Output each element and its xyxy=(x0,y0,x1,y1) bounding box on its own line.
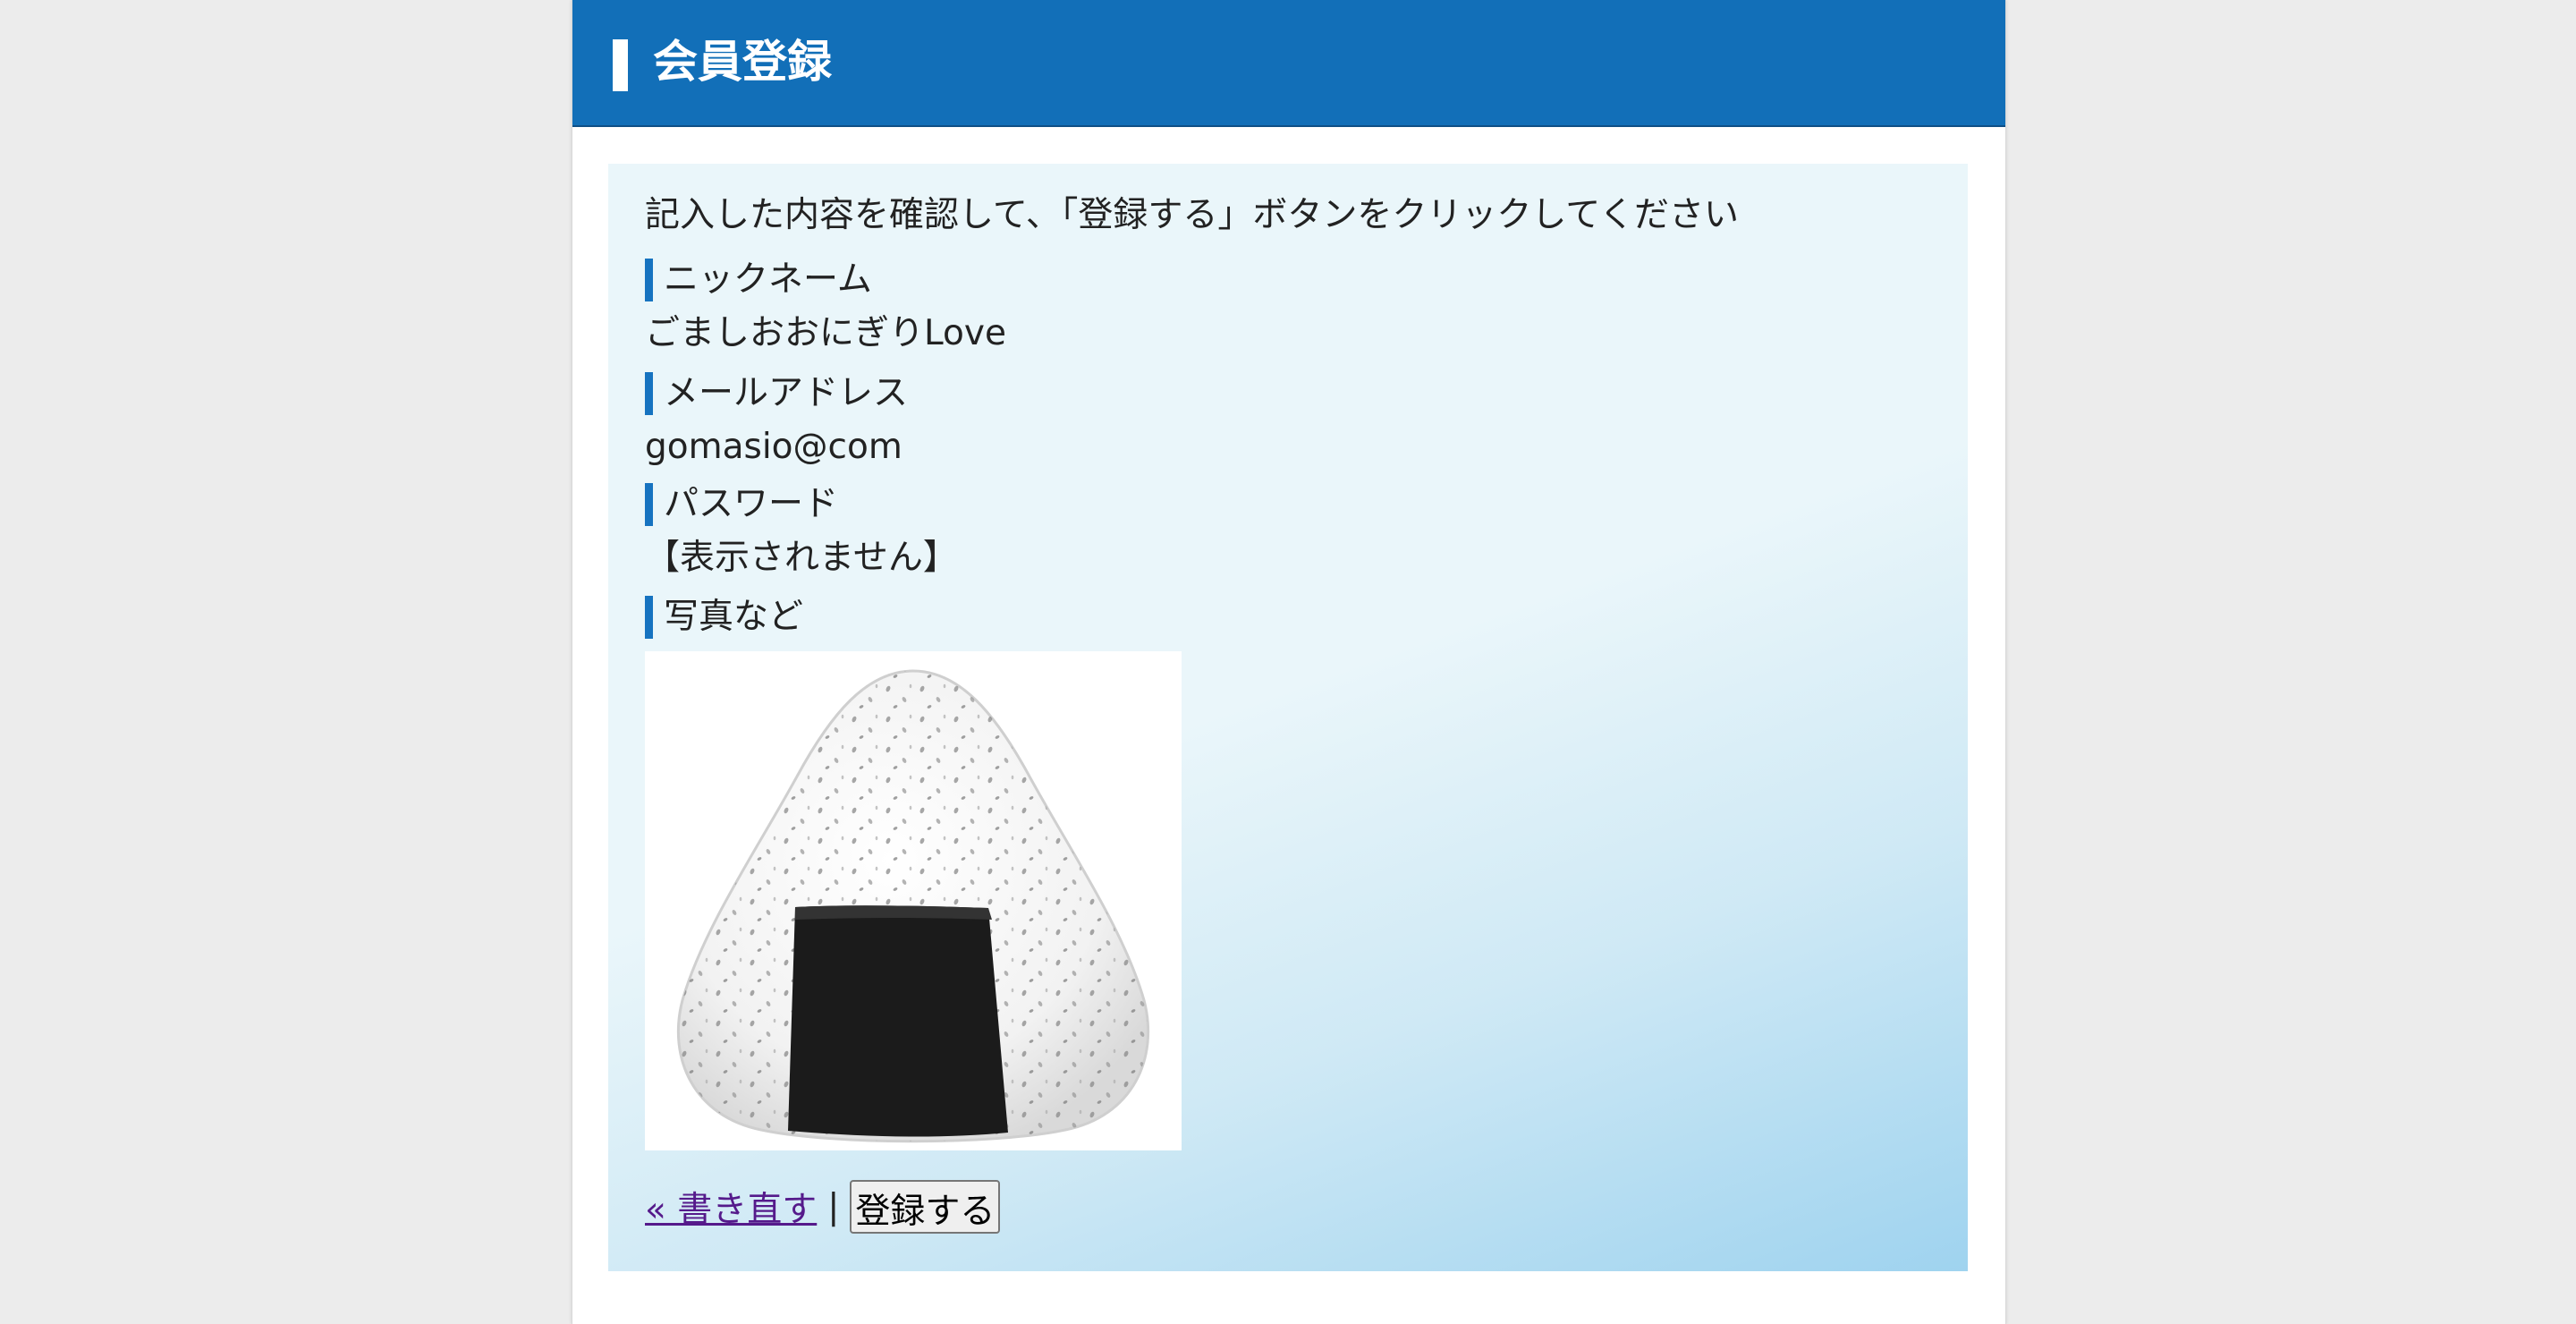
submit-button[interactable]: 登録する xyxy=(850,1180,1001,1234)
photo-label: 写真など xyxy=(645,596,803,639)
confirmation-panel: 記入した内容を確認して、「登録する」ボタンをクリックしてください ニックネーム … xyxy=(608,164,1968,1271)
password-label: パスワード xyxy=(645,483,838,526)
instruction-text: 記入した内容を確認して、「登録する」ボタンをクリックしてください xyxy=(645,195,1740,235)
header-accent-bar xyxy=(613,39,628,91)
nickname-label: ニックネーム xyxy=(645,259,872,301)
page-container: 会員登録 記入した内容を確認して、「登録する」ボタンをクリックしてください ニッ… xyxy=(572,0,2006,1324)
onigiri-illustration xyxy=(676,669,1150,1143)
page-header: 会員登録 xyxy=(572,0,2005,127)
onigiri-photo xyxy=(645,651,1182,1150)
email-value: gomasio@com xyxy=(645,427,902,467)
form-actions: « 書き直す | 登録する xyxy=(645,1179,1001,1235)
password-value: 【表示されません】 xyxy=(645,538,958,578)
page-title: 会員登録 xyxy=(653,36,832,88)
nickname-value: ごましおおにぎりLove xyxy=(645,313,1006,353)
action-separator: | xyxy=(827,1186,840,1227)
rewrite-link[interactable]: « 書き直す xyxy=(645,1182,817,1232)
email-label: メールアドレス xyxy=(645,372,908,415)
